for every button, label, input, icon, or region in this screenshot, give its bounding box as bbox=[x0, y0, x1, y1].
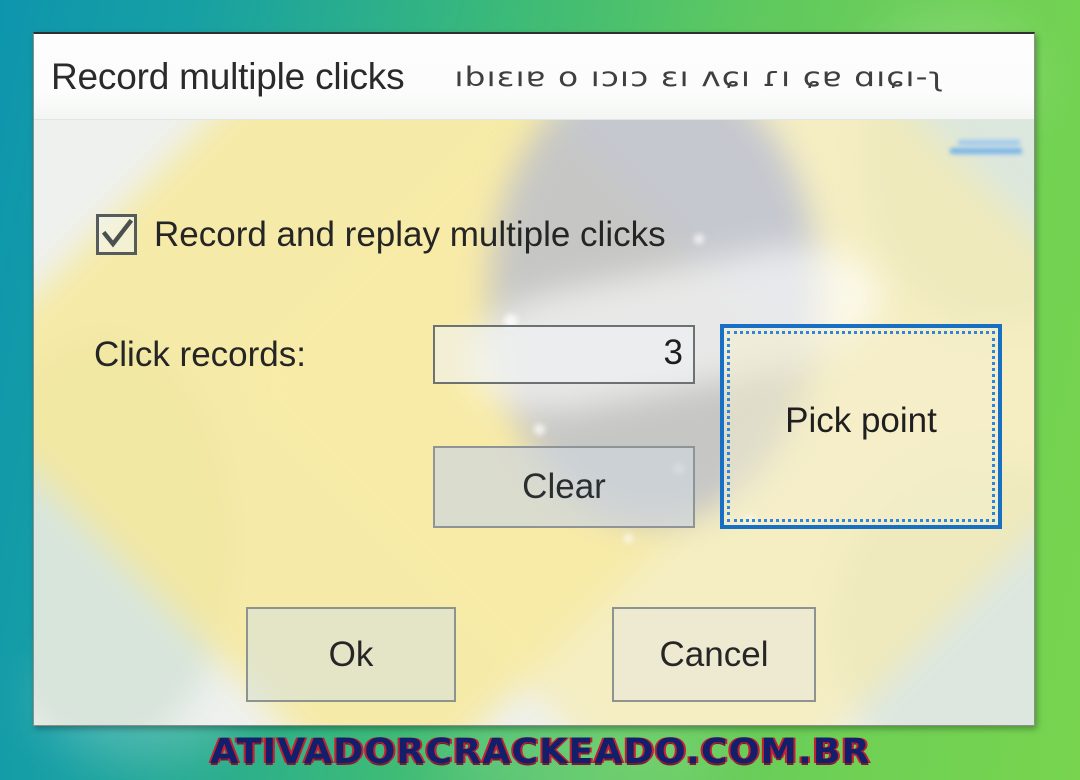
record-replay-checkbox-label: Record and replay multiple clicks bbox=[154, 214, 666, 254]
dialog-titlebar[interactable]: Record multiple clicks ıbıɛıɐ o ıɔıɔ ɛı … bbox=[34, 34, 1034, 120]
focus-rectangle: Pick point bbox=[727, 331, 995, 522]
clear-button[interactable]: Clear bbox=[433, 446, 695, 528]
dialog-body: Record and replay multiple clicks Click … bbox=[34, 119, 1034, 725]
record-replay-checkbox-row[interactable]: Record and replay multiple clicks bbox=[96, 214, 666, 255]
cancel-button[interactable]: Cancel bbox=[612, 607, 816, 702]
pick-point-label: Pick point bbox=[785, 400, 937, 440]
click-records-label: Click records: bbox=[94, 335, 306, 374]
dialog-title: Record multiple clicks bbox=[51, 55, 405, 97]
site-watermark-text: ATIVADORCRACKEADO.COM.BR bbox=[209, 732, 871, 772]
pick-point-button[interactable]: Pick point bbox=[720, 324, 1002, 529]
record-multiple-clicks-dialog: Record multiple clicks ıbıɛıɐ o ıɔıɔ ɛı … bbox=[33, 32, 1035, 726]
ok-button[interactable]: Ok bbox=[246, 607, 456, 702]
click-records-input[interactable] bbox=[433, 325, 695, 384]
record-replay-checkbox[interactable] bbox=[96, 214, 137, 255]
backdrop: Record multiple clicks ıbıɛıɐ o ıɔıɔ ɛı … bbox=[0, 0, 1080, 780]
titlebar-garbled-text: ıbıɛıɐ o ıɔıɔ ɛı ʌɕı ɾı ɕɐ ɑıɕı-ʅ bbox=[454, 60, 945, 93]
site-watermark: ATIVADORCRACKEADO.COM.BR bbox=[0, 732, 1080, 772]
